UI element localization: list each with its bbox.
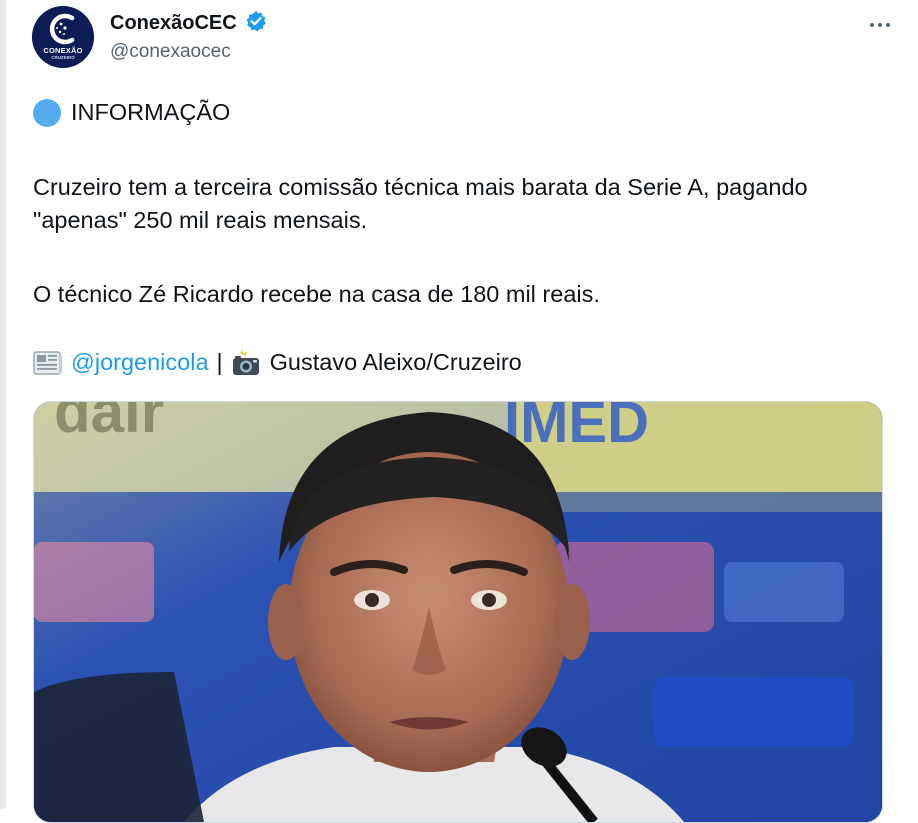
display-name[interactable]: ConexãoCEC — [110, 12, 237, 35]
credit-separator: | — [216, 349, 223, 375]
press-conference-photo: dair IMED — [34, 402, 882, 822]
verified-badge-icon — [246, 11, 266, 32]
account-names: ConexãoCEC @conexaocec — [110, 10, 267, 63]
info-label: INFORMAÇÃO — [71, 99, 231, 125]
info-line: INFORMAÇÃO — [33, 96, 893, 129]
avatar-subtext: CRUZEIRO — [51, 55, 75, 60]
credit-photo: Gustavo Aleixo/Cruzeiro — [269, 349, 522, 375]
tweet-paragraph-1: Cruzeiro tem a terceira comissão técnica… — [33, 174, 808, 233]
blue-circle-icon — [33, 98, 61, 127]
more-options-icon[interactable] — [860, 10, 900, 40]
avatar-text: CONEXÃO — [43, 46, 83, 55]
camera-flash-icon — [232, 349, 259, 375]
bg-sign-left: dair — [54, 402, 164, 445]
handle[interactable]: @conexaocec — [110, 41, 267, 63]
credit-mention-link[interactable]: @jorgenicola — [71, 346, 209, 379]
tweet-header: CONEXÃO CRUZEIRO ConexãoCEC @conexaocec — [32, 6, 918, 70]
tweet-media-photo[interactable]: dair IMED — [33, 401, 883, 823]
tweet-paragraph-2: O técnico Zé Ricardo recebe na casa de 1… — [33, 281, 600, 307]
tweet-body: INFORMAÇÃO Cruzeiro tem a terceira comis… — [33, 96, 893, 375]
left-divider — [0, 0, 6, 809]
newspaper-icon — [33, 350, 62, 375]
credits-line: @jorgenicola | Gustavo Aleixo/Cruzeiro — [33, 346, 522, 379]
avatar[interactable]: CONEXÃO CRUZEIRO — [32, 6, 94, 68]
